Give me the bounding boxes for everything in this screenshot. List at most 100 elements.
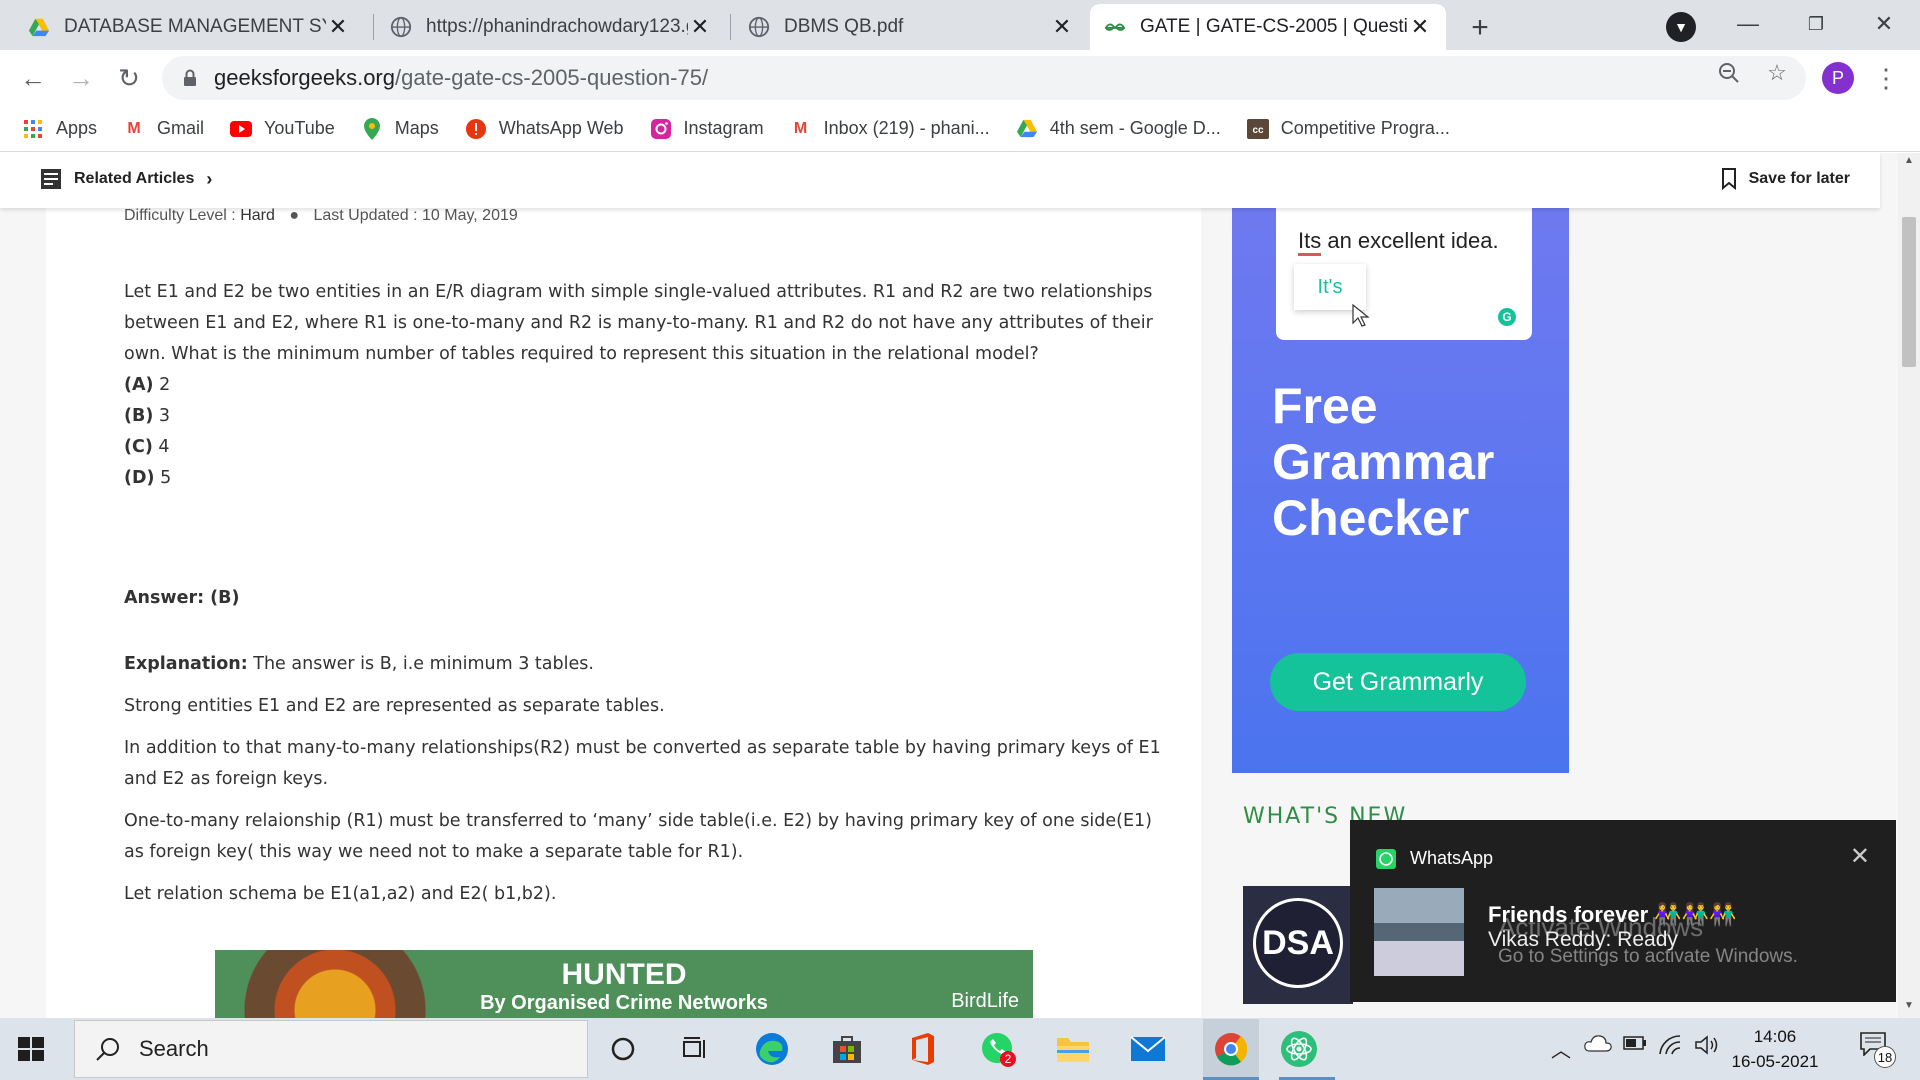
zoom-icon[interactable] bbox=[1716, 60, 1742, 86]
tab-separator bbox=[730, 14, 731, 40]
globe-icon bbox=[390, 16, 412, 38]
scroll-up-arrow-icon[interactable]: ▲ bbox=[1898, 155, 1920, 171]
forward-button[interactable]: → bbox=[62, 59, 100, 97]
address-url[interactable]: geeksforgeeks.org/gate-gate-cs-2005-ques… bbox=[214, 65, 708, 91]
birdlife-ad-banner[interactable]: HUNTED By Organised Crime Networks BirdL… bbox=[215, 950, 1033, 1018]
scroll-down-arrow-icon[interactable]: ▼ bbox=[1898, 1000, 1920, 1016]
battery-icon[interactable] bbox=[1623, 1034, 1647, 1057]
onedrive-cloud-icon[interactable] bbox=[1584, 1034, 1612, 1058]
bookmark-inbox[interactable]: M Inbox (219) - phani... bbox=[790, 118, 990, 140]
address-bar[interactable]: geeksforgeeks.org/gate-gate-cs-2005-ques… bbox=[162, 56, 1806, 100]
windows-start-icon[interactable] bbox=[16, 1034, 46, 1064]
microsoft-store-icon[interactable] bbox=[827, 1029, 867, 1069]
tab-phanindra-url[interactable]: https://phanindrachowdary123.g ✕ bbox=[376, 4, 726, 50]
bookmark-instagram[interactable]: Instagram bbox=[650, 118, 764, 140]
close-icon[interactable]: ✕ bbox=[688, 14, 712, 40]
browser-toolbar: ← → ↻ geeksforgeeks.org/gate-gate-cs-200… bbox=[0, 50, 1920, 106]
explanation-label: Explanation: bbox=[124, 654, 248, 674]
bookmark-star-icon[interactable]: ☆ bbox=[1764, 60, 1790, 86]
svg-text:cc: cc bbox=[1252, 125, 1264, 136]
bookmark-gmail[interactable]: M Gmail bbox=[123, 118, 204, 140]
reload-button[interactable]: ↻ bbox=[110, 59, 148, 97]
chrome-taskbar-icon[interactable] bbox=[1203, 1019, 1259, 1079]
instagram-icon bbox=[650, 118, 672, 140]
file-explorer-icon[interactable] bbox=[1053, 1029, 1093, 1069]
updated-label: Last Updated : bbox=[313, 207, 418, 224]
grammarly-demo-card: Its an excellent idea. It's G bbox=[1276, 208, 1532, 340]
show-hidden-icons-chevron-up-icon[interactable]: ︿ bbox=[1551, 1034, 1571, 1063]
option-a: (A) 2 bbox=[124, 375, 171, 395]
menu-kebab-icon[interactable]: ⋮ bbox=[1873, 62, 1899, 94]
question-text: Let E1 and E2 be two entities in an E/R … bbox=[124, 282, 1153, 364]
explanation-first: Explanation: The answer is B, i.e minimu… bbox=[124, 654, 594, 674]
dsa-course-card[interactable]: DSA bbox=[1243, 886, 1353, 1004]
related-articles-button[interactable]: Related Articles › bbox=[40, 168, 212, 190]
back-button[interactable]: ← bbox=[14, 59, 52, 97]
grammarly-ad[interactable]: Its an excellent idea. It's G Free Gramm… bbox=[1232, 208, 1569, 773]
whatsapp-notification[interactable]: WhatsApp ✕ Activate Windows Go to Settin… bbox=[1350, 820, 1896, 1002]
get-grammarly-button[interactable]: Get Grammarly bbox=[1270, 653, 1526, 711]
tab-title: DBMS QB.pdf bbox=[784, 16, 904, 37]
action-center-button[interactable]: 18 bbox=[1860, 1032, 1896, 1068]
geeksforgeeks-icon bbox=[1104, 23, 1126, 31]
bookmarks-bar: Apps M Gmail YouTube Maps WhatsApp Web I… bbox=[0, 106, 1920, 152]
bookmark-youtube[interactable]: YouTube bbox=[230, 118, 335, 140]
tab-separator bbox=[373, 14, 374, 40]
task-view-icon[interactable] bbox=[676, 1029, 716, 1069]
scrollbar-thumb[interactable] bbox=[1902, 217, 1916, 367]
search-placeholder: Search bbox=[139, 1036, 209, 1061]
bookmark-apps[interactable]: Apps bbox=[22, 118, 97, 140]
explanation: Explanation: The answer is B, i.e minimu… bbox=[124, 649, 1164, 921]
close-icon[interactable]: ✕ bbox=[1408, 14, 1432, 40]
article-container: Difficulty Level : Hard ● Last Updated :… bbox=[46, 153, 1201, 1018]
tab-dbms-qb[interactable]: DBMS QB.pdf ✕ bbox=[734, 4, 1088, 50]
globe-icon bbox=[748, 16, 770, 38]
system-clock[interactable]: 14:06 16-05-2021 bbox=[1720, 1024, 1830, 1074]
save-for-later-label: Save for later bbox=[1748, 170, 1850, 187]
whatsapp-taskbar-icon[interactable]: 2 bbox=[978, 1029, 1018, 1069]
close-icon[interactable]: ✕ bbox=[326, 14, 350, 40]
bookmark-label: Competitive Progra... bbox=[1280, 118, 1450, 138]
cortana-icon[interactable] bbox=[603, 1029, 643, 1069]
lock-icon[interactable] bbox=[180, 69, 200, 87]
edge-browser-icon[interactable] bbox=[752, 1029, 792, 1069]
taskbar-search-box[interactable]: Search bbox=[74, 1020, 588, 1078]
windows-taskbar: Search 2 ︿ 14:06 16-05-2021 18 bbox=[0, 1018, 1920, 1080]
bookmark-label: Maps bbox=[394, 118, 439, 138]
new-tab-button[interactable]: + bbox=[1462, 10, 1498, 46]
office-icon[interactable] bbox=[903, 1029, 943, 1069]
google-drive-icon bbox=[28, 18, 50, 37]
ad-subline: By Organised Crime Networks bbox=[480, 992, 768, 1014]
tab-title: GATE | GATE-CS-2005 | Question bbox=[1140, 16, 1408, 37]
profile-avatar[interactable]: P bbox=[1822, 62, 1854, 94]
bookmark-maps[interactable]: Maps bbox=[361, 117, 439, 140]
tab-search-button[interactable]: ▼ bbox=[1666, 12, 1696, 42]
window-close-button[interactable]: ✕ bbox=[1854, 6, 1914, 42]
wifi-icon[interactable] bbox=[1658, 1034, 1682, 1062]
atom-editor-icon[interactable] bbox=[1279, 1029, 1319, 1069]
close-icon[interactable]: ✕ bbox=[1050, 14, 1074, 40]
notification-count-badge: 18 bbox=[1874, 1046, 1896, 1068]
minimize-button[interactable]: — bbox=[1718, 6, 1778, 42]
grammarly-logo-icon: G bbox=[1498, 308, 1516, 326]
tab-gate-question[interactable]: GATE | GATE-CS-2005 | Question ✕ bbox=[1090, 4, 1446, 50]
bookmark-whatsapp-web[interactable]: WhatsApp Web bbox=[465, 118, 624, 140]
chevron-right-icon: › bbox=[206, 168, 213, 189]
tab-strip: DATABASE MANAGEMENT SYSTE ✕ https://phan… bbox=[0, 0, 1920, 50]
option-d: (D) 5 bbox=[124, 468, 172, 488]
bookmark-icon bbox=[1721, 168, 1736, 190]
notification-message: Vikas Reddy: Ready bbox=[1488, 928, 1678, 951]
volume-icon[interactable] bbox=[1694, 1034, 1720, 1062]
close-icon[interactable]: ✕ bbox=[1850, 842, 1870, 871]
save-for-later-button[interactable]: Save for later bbox=[1721, 168, 1850, 190]
restore-button[interactable]: ❐ bbox=[1786, 6, 1846, 42]
youtube-icon bbox=[230, 118, 253, 140]
mail-icon[interactable] bbox=[1128, 1029, 1168, 1069]
tab-database-management[interactable]: DATABASE MANAGEMENT SYSTE ✕ bbox=[14, 4, 364, 50]
bookmark-competitive[interactable]: cc Competitive Progra... bbox=[1246, 118, 1450, 140]
codechef-icon: cc bbox=[1246, 118, 1269, 140]
clock-time: 14:06 bbox=[1753, 1027, 1797, 1046]
page-scrollbar[interactable]: ▲ ▼ bbox=[1898, 153, 1920, 1018]
bookmark-4th-sem[interactable]: 4th sem - Google D... bbox=[1016, 118, 1221, 140]
notification-title: Friends forever 👫👫👫 bbox=[1488, 902, 1737, 927]
